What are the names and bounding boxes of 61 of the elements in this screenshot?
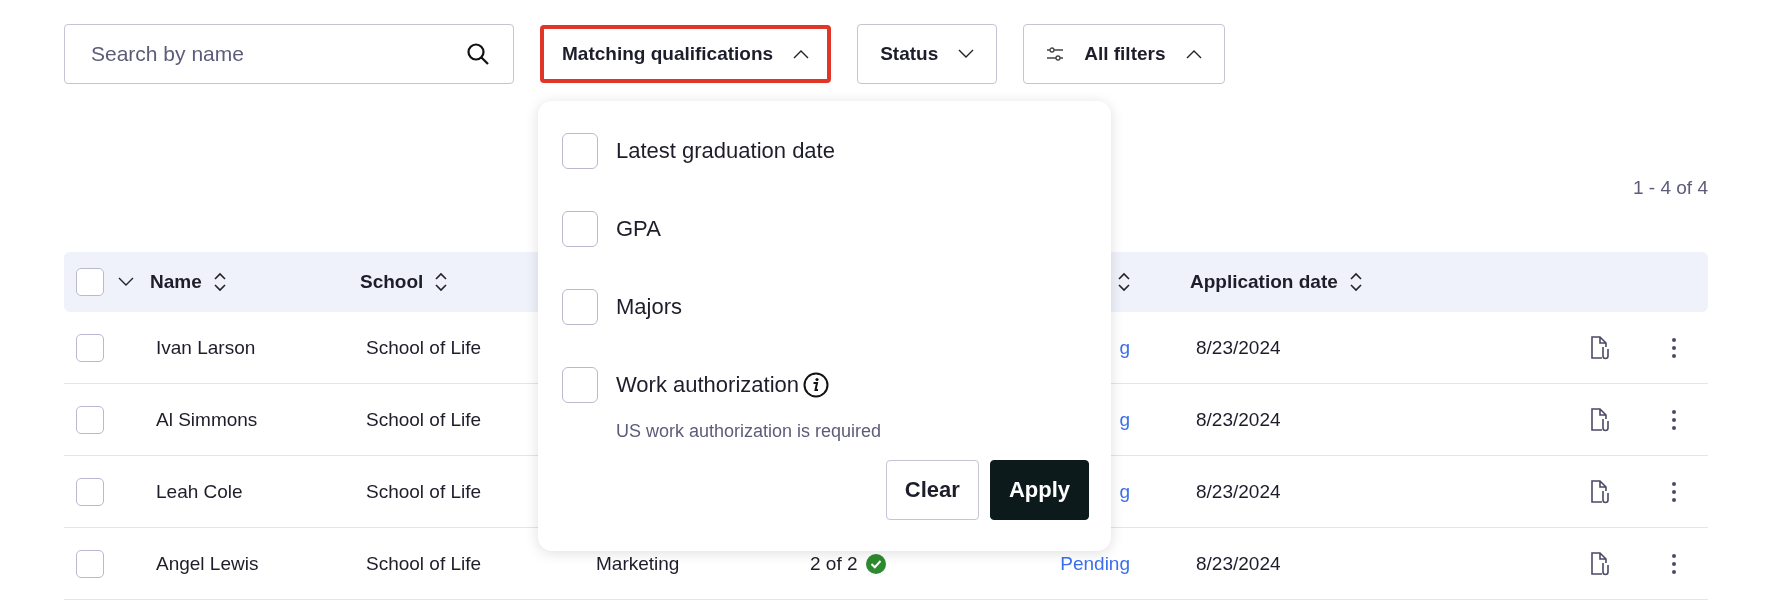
column-header: Application date — [1190, 271, 1338, 293]
select-all-checkbox[interactable] — [76, 268, 104, 296]
option-label[interactable]: GPA — [616, 216, 661, 242]
sort-icon[interactable] — [1349, 272, 1362, 292]
table-cell: 8/23/2024 — [1196, 408, 1281, 431]
table-cell: 8/23/2024 — [1196, 480, 1281, 503]
table-cell: School of Life — [366, 552, 482, 575]
row-checkbox[interactable] — [76, 549, 104, 578]
more-icon[interactable] — [1671, 408, 1677, 431]
attachment-icon[interactable] — [1589, 478, 1611, 505]
table-cell: School of Life — [366, 336, 482, 359]
status-text: g — [1119, 480, 1130, 503]
table-cell: Angel Lewis — [156, 552, 259, 575]
row-checkbox[interactable] — [76, 333, 104, 362]
row-checkbox[interactable] — [76, 477, 104, 506]
option-label[interactable]: Majors — [616, 294, 682, 320]
chevron-icon — [118, 277, 134, 287]
checkbox[interactable] — [562, 133, 598, 169]
chevron-icon — [793, 49, 810, 59]
chevron-icon — [1185, 49, 1202, 59]
checkbox[interactable] — [562, 211, 598, 247]
more-icon[interactable] — [1671, 480, 1677, 503]
chevron-icon — [958, 49, 975, 59]
table-cell: School of Life — [366, 480, 482, 503]
helper-text: US work authorization is required — [616, 421, 883, 442]
table-cell: Marketing — [596, 552, 680, 575]
more-icon[interactable] — [1671, 336, 1677, 359]
table-cell: School of Life — [366, 408, 482, 431]
table-cell: Leah Cole — [156, 480, 243, 503]
attachment-icon[interactable] — [1589, 406, 1611, 433]
sliders-icon — [1046, 47, 1065, 61]
column-header: School — [360, 271, 424, 293]
more-icon[interactable] — [1671, 552, 1677, 575]
sort-icon[interactable] — [1118, 272, 1130, 292]
table-cell: 8/23/2024 — [1196, 552, 1281, 575]
attachment-icon[interactable] — [1589, 334, 1611, 361]
row-checkbox[interactable] — [76, 405, 104, 434]
filter-button[interactable]: All filters — [1023, 24, 1225, 84]
status-text: Pending — [1060, 552, 1130, 575]
table-cell: 2 of 2 — [810, 552, 858, 575]
table-cell: Al Simmons — [156, 408, 258, 431]
search-field[interactable]: Search by name — [64, 24, 514, 84]
attachment-icon[interactable] — [1589, 550, 1611, 577]
table-cell: Ivan Larson — [156, 336, 256, 359]
option-label[interactable]: Work authorization — [616, 372, 799, 398]
info-icon[interactable] — [803, 372, 829, 398]
column-header: Name — [150, 271, 202, 293]
sort-icon[interactable] — [213, 272, 226, 292]
status-text: g — [1119, 408, 1130, 431]
table-cell: 8/23/2024 — [1196, 336, 1281, 359]
sort-icon[interactable] — [435, 272, 448, 292]
clear-button[interactable]: Clear — [885, 460, 979, 520]
apply-button[interactable]: Apply — [989, 460, 1089, 520]
filter-button[interactable]: Matching qualifications — [540, 25, 832, 83]
option-label[interactable]: Latest graduation date — [616, 138, 835, 164]
checkbox[interactable] — [562, 289, 598, 325]
status-text: g — [1119, 336, 1130, 359]
checkbox[interactable] — [562, 367, 598, 403]
search-icon[interactable] — [466, 42, 490, 66]
pagination-count: 1 - 4 of 4 — [1633, 177, 1708, 199]
filter-button[interactable]: Status — [857, 24, 998, 84]
